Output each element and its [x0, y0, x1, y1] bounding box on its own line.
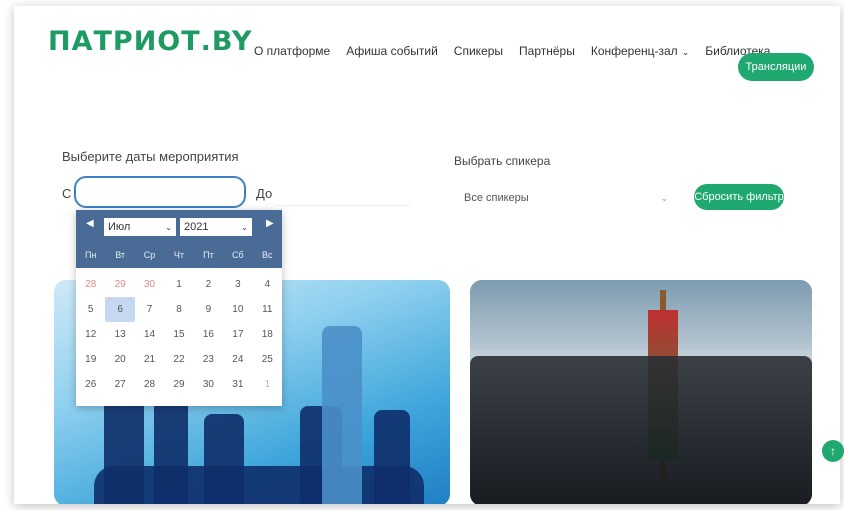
- calendar-day[interactable]: 28: [76, 272, 105, 297]
- calendar-grid: 28 29 30 1 2 3 4 5 6 7 8 9 10 11 12 13 1…: [76, 268, 282, 401]
- calendar-day[interactable]: 14: [135, 322, 164, 347]
- calendar-day[interactable]: 1: [253, 372, 282, 397]
- calendar-day[interactable]: 1: [164, 272, 193, 297]
- calendar-day[interactable]: 16: [194, 322, 223, 347]
- calendar-day[interactable]: 20: [105, 347, 134, 372]
- nav-events[interactable]: Афиша событий: [346, 44, 438, 58]
- chevron-down-icon: ⌄: [241, 222, 248, 232]
- chevron-down-icon: ⌄: [681, 47, 690, 57]
- calendar-day[interactable]: 3: [223, 272, 252, 297]
- main-nav: О платформе Афиша событий Спикеры Партнё…: [254, 44, 798, 58]
- reset-filter-button[interactable]: Сбросить фильтр: [694, 184, 784, 210]
- calendar-day[interactable]: 12: [76, 322, 105, 347]
- calendar-day[interactable]: 28: [135, 372, 164, 397]
- calendar-day[interactable]: 25: [253, 347, 282, 372]
- calendar-day[interactable]: 10: [223, 297, 252, 322]
- calendar-day[interactable]: 13: [105, 322, 134, 347]
- calendar-day[interactable]: 30: [194, 372, 223, 397]
- from-label: С: [62, 186, 72, 201]
- scroll-to-top-button[interactable]: ↑: [822, 440, 844, 462]
- calendar-day[interactable]: 30: [135, 272, 164, 297]
- person-silhouette: [204, 414, 244, 504]
- person-silhouette: [104, 396, 144, 504]
- speaker-select-value: Все спикеры: [464, 192, 529, 204]
- speaker-title: Выбрать спикера: [454, 154, 551, 168]
- calendar-day[interactable]: 18: [253, 322, 282, 347]
- calendar-day[interactable]: 19: [76, 347, 105, 372]
- crowd-of-cadets: [470, 356, 812, 504]
- calendar-day[interactable]: 24: [223, 347, 252, 372]
- date-from-input[interactable]: [74, 176, 246, 208]
- speaker-select[interactable]: Все спикеры ⌄: [454, 184, 674, 212]
- calendar-day[interactable]: 8: [164, 297, 193, 322]
- live-streams-button[interactable]: Трансляции: [738, 53, 814, 81]
- next-month-arrow-icon[interactable]: ▶: [266, 218, 274, 229]
- chevron-down-icon: ⌄: [660, 192, 668, 203]
- building-background: [470, 280, 812, 350]
- person-silhouette: [322, 326, 362, 504]
- nav-about[interactable]: О платформе: [254, 44, 330, 58]
- date-to-input[interactable]: [276, 182, 410, 206]
- dates-title: Выберите даты мероприятия: [62, 149, 239, 164]
- calendar-day-selected[interactable]: 6: [105, 297, 135, 322]
- site-logo[interactable]: ПАТРИОТ.BY: [48, 26, 253, 57]
- calendar-day[interactable]: 23: [194, 347, 223, 372]
- date-picker: ◀ Июл ⌄ 2021 ⌄ ▶ Пн Вт Ср Чт Пт Сб Вс 28…: [76, 210, 282, 406]
- calendar-day[interactable]: 21: [135, 347, 164, 372]
- calendar-day[interactable]: 9: [194, 297, 223, 322]
- calendar-day[interactable]: 29: [105, 272, 134, 297]
- calendar-day[interactable]: 2: [194, 272, 223, 297]
- chevron-down-icon: ⌄: [165, 222, 172, 232]
- calendar-day[interactable]: 27: [105, 372, 134, 397]
- nav-conference[interactable]: Конференц-зал ⌄: [591, 44, 689, 58]
- nav-speakers[interactable]: Спикеры: [454, 44, 503, 58]
- person-silhouette: [374, 410, 410, 504]
- calendar-day[interactable]: 31: [223, 372, 252, 397]
- calendar-day[interactable]: 7: [135, 297, 164, 322]
- browser-page: ПАТРИОТ.BY О платформе Афиша событий Спи…: [14, 6, 840, 504]
- prev-month-arrow-icon[interactable]: ◀: [86, 218, 94, 229]
- weekday-header: Пн Вт Ср Чт Пт Сб Вс: [84, 250, 273, 260]
- year-select[interactable]: 2021 ⌄: [180, 218, 252, 236]
- calendar-day[interactable]: 5: [76, 297, 105, 322]
- nav-partners[interactable]: Партнёры: [519, 44, 575, 58]
- calendar-day[interactable]: 26: [76, 372, 105, 397]
- month-select[interactable]: Июл ⌄: [104, 218, 176, 236]
- calendar-day[interactable]: 17: [223, 322, 252, 347]
- calendar-day[interactable]: 11: [253, 297, 282, 322]
- date-picker-header: ◀ Июл ⌄ 2021 ⌄ ▶ Пн Вт Ср Чт Пт Сб Вс: [76, 210, 282, 268]
- calendar-day[interactable]: 4: [253, 272, 282, 297]
- calendar-day[interactable]: 29: [164, 372, 193, 397]
- calendar-day[interactable]: 22: [164, 347, 193, 372]
- to-label: До: [256, 186, 273, 201]
- event-card-cadets[interactable]: [470, 280, 812, 504]
- calendar-day[interactable]: 15: [164, 322, 193, 347]
